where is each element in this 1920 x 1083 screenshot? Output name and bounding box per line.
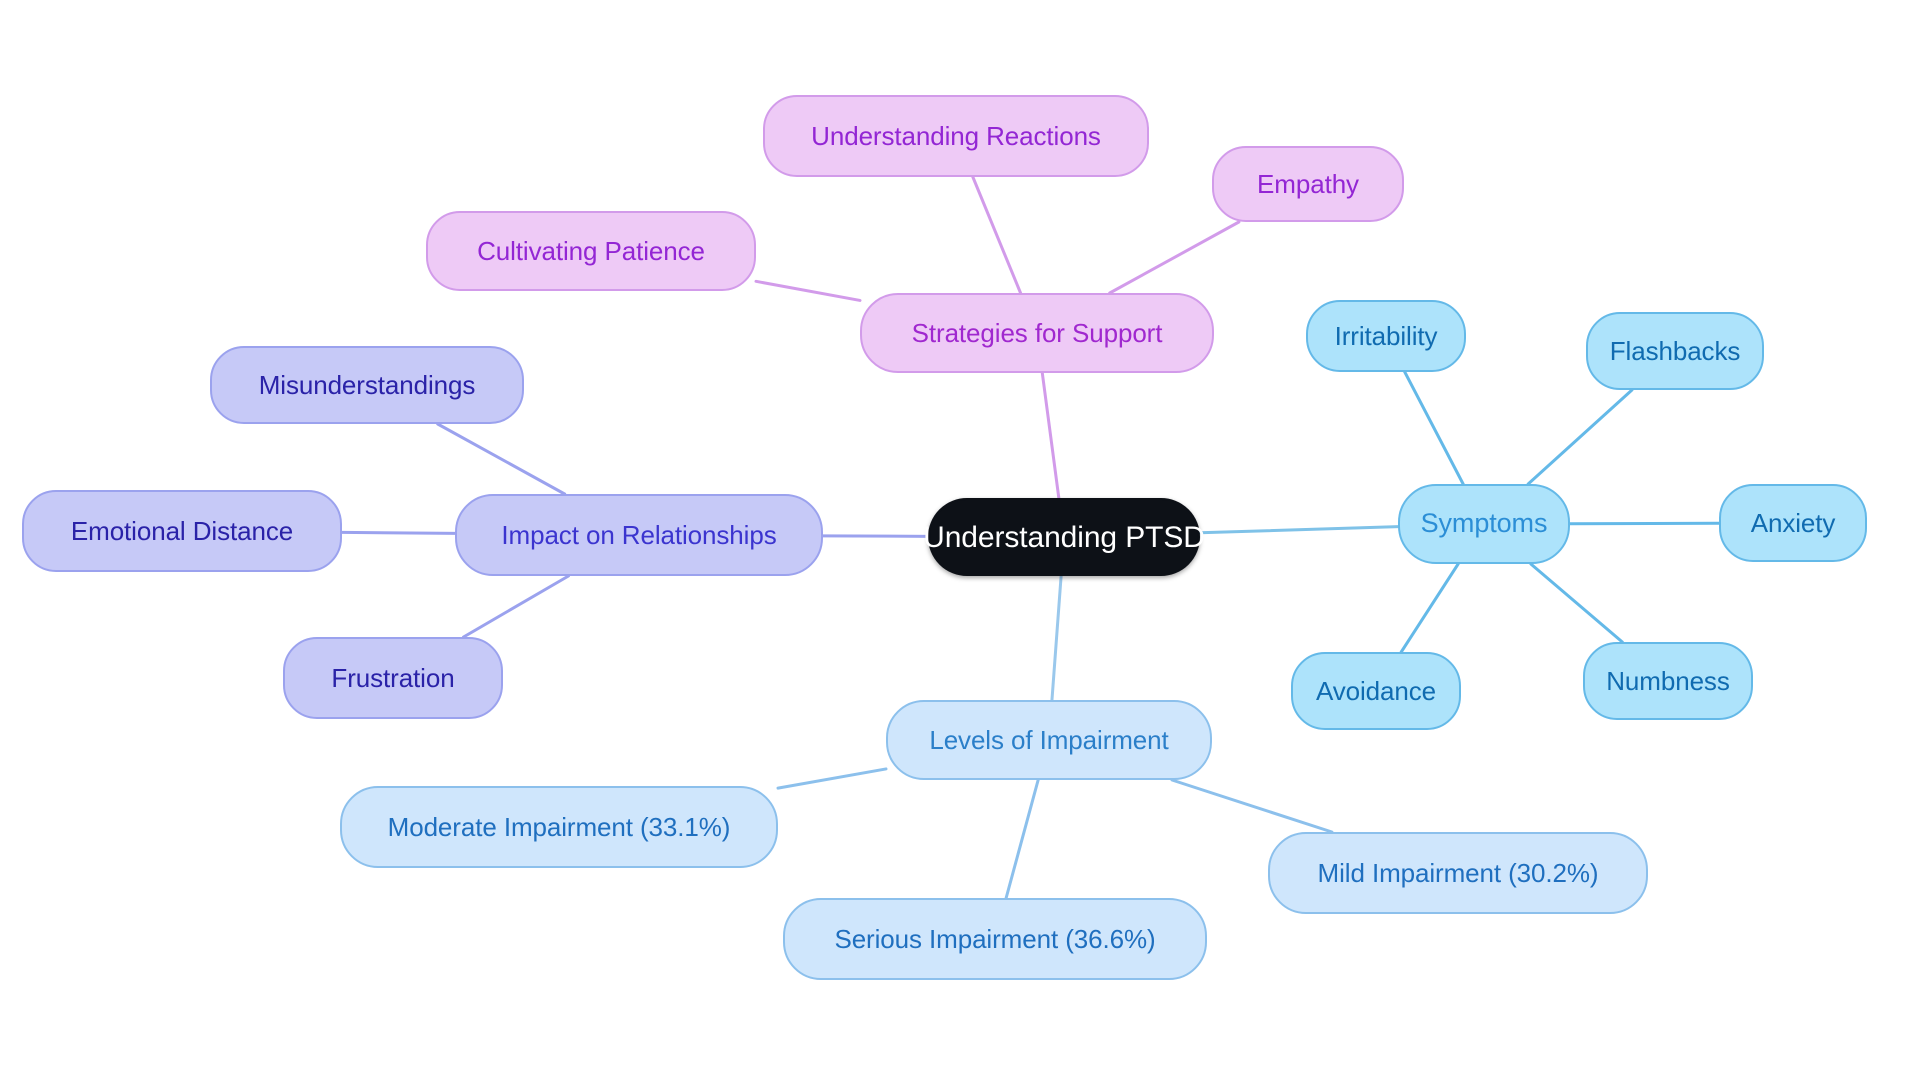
node-root-label: Understanding PTSD bbox=[923, 520, 1205, 554]
node-irritability[interactable]: Irritability bbox=[1306, 300, 1466, 372]
mindmap-canvas: Understanding PTSD Symptoms Irritability… bbox=[0, 0, 1920, 1083]
node-strategies-for-support-label: Strategies for Support bbox=[911, 317, 1163, 348]
node-levels-of-impairment[interactable]: Levels of Impairment bbox=[886, 700, 1212, 780]
node-irritability-label: Irritability bbox=[1334, 320, 1438, 351]
node-numbness-label: Numbness bbox=[1606, 665, 1730, 696]
node-numbness[interactable]: Numbness bbox=[1583, 642, 1753, 720]
node-levels-of-impairment-label: Levels of Impairment bbox=[929, 724, 1169, 755]
node-empathy-label: Empathy bbox=[1257, 168, 1359, 199]
node-understanding-reactions-label: Understanding Reactions bbox=[811, 120, 1101, 151]
node-serious-impairment-label: Serious Impairment (36.6%) bbox=[834, 923, 1156, 954]
node-impact-on-relationships-label: Impact on Relationships bbox=[501, 519, 777, 550]
node-frustration-label: Frustration bbox=[331, 662, 455, 693]
node-flashbacks[interactable]: Flashbacks bbox=[1586, 312, 1764, 390]
node-anxiety[interactable]: Anxiety bbox=[1719, 484, 1867, 562]
node-flashbacks-label: Flashbacks bbox=[1609, 335, 1741, 366]
node-emotional-distance[interactable]: Emotional Distance bbox=[22, 490, 342, 572]
node-empathy[interactable]: Empathy bbox=[1212, 146, 1404, 222]
node-understanding-reactions[interactable]: Understanding Reactions bbox=[763, 95, 1149, 177]
node-cultivating-patience-label: Cultivating Patience bbox=[477, 235, 705, 266]
node-mild-impairment[interactable]: Mild Impairment (30.2%) bbox=[1268, 832, 1648, 914]
node-misunderstandings[interactable]: Misunderstandings bbox=[210, 346, 524, 424]
node-mild-impairment-label: Mild Impairment (30.2%) bbox=[1317, 857, 1599, 888]
node-serious-impairment[interactable]: Serious Impairment (36.6%) bbox=[783, 898, 1207, 980]
node-moderate-impairment[interactable]: Moderate Impairment (33.1%) bbox=[340, 786, 778, 868]
node-symptoms[interactable]: Symptoms bbox=[1398, 484, 1570, 564]
node-root[interactable]: Understanding PTSD bbox=[923, 498, 1205, 576]
node-symptoms-label: Symptoms bbox=[1420, 508, 1548, 539]
node-cultivating-patience[interactable]: Cultivating Patience bbox=[426, 211, 756, 291]
node-misunderstandings-label: Misunderstandings bbox=[258, 369, 476, 400]
node-anxiety-label: Anxiety bbox=[1750, 507, 1836, 538]
node-strategies-for-support[interactable]: Strategies for Support bbox=[860, 293, 1214, 373]
node-frustration[interactable]: Frustration bbox=[283, 637, 503, 719]
node-emotional-distance-label: Emotional Distance bbox=[70, 515, 294, 546]
node-avoidance-label: Avoidance bbox=[1315, 675, 1437, 706]
node-avoidance[interactable]: Avoidance bbox=[1291, 652, 1461, 730]
node-impact-on-relationships[interactable]: Impact on Relationships bbox=[455, 494, 823, 576]
node-moderate-impairment-label: Moderate Impairment (33.1%) bbox=[387, 811, 731, 842]
